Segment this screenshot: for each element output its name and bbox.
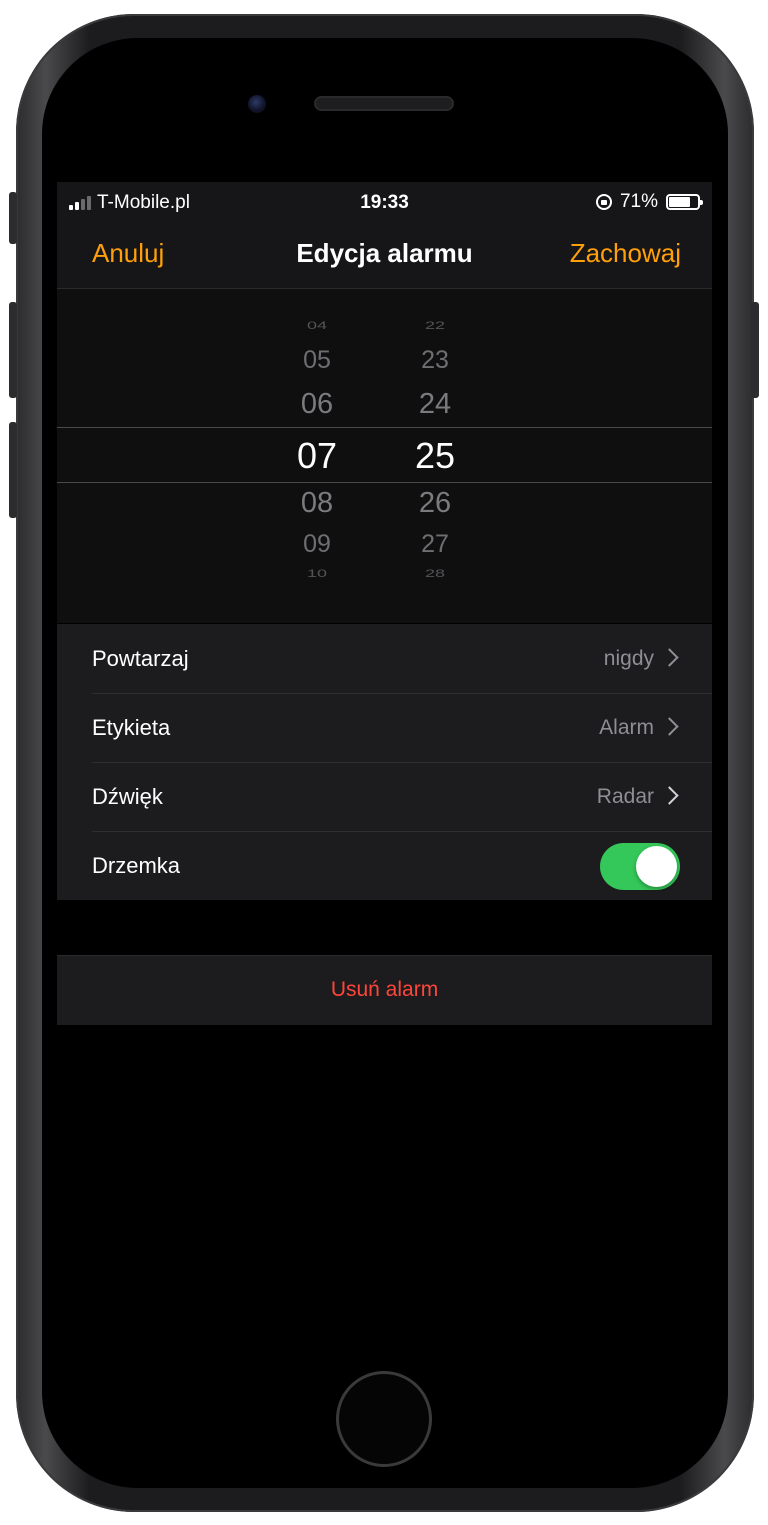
minute-option[interactable]: 25 — [375, 435, 495, 477]
minute-wheel[interactable]: 22 23 24 25 26 27 28 — [375, 289, 495, 623]
hour-option[interactable]: 06 — [257, 388, 377, 421]
snooze-label: Drzemka — [92, 853, 181, 878]
status-bar: T-Mobile.pl 19:33 71% — [57, 182, 712, 222]
status-right: 71% — [595, 191, 703, 213]
screen: T-Mobile.pl 19:33 71% Anuluj Edycja alar… — [57, 182, 712, 1343]
minute-option[interactable]: 28 — [375, 567, 495, 580]
hour-option[interactable]: 10 — [257, 567, 377, 580]
sound-row[interactable]: Dźwięk Radar — [57, 762, 712, 831]
minute-option[interactable]: 23 — [375, 346, 495, 375]
chevron-right-icon — [660, 717, 679, 736]
minute-option[interactable]: 22 — [375, 319, 495, 332]
volume-up-button — [9, 302, 17, 398]
minute-option[interactable]: 24 — [375, 388, 495, 421]
hour-option[interactable]: 08 — [257, 487, 377, 520]
battery-icon — [666, 194, 703, 210]
volume-down-button — [9, 422, 17, 518]
power-button — [751, 302, 759, 398]
mute-switch — [9, 192, 17, 244]
earpiece-speaker — [316, 98, 452, 109]
label-row[interactable]: Etykieta Alarm — [57, 693, 712, 762]
settings-list: Powtarzaj nigdy Etykieta Alarm Dźwięk Ra… — [57, 624, 712, 900]
save-button[interactable]: Zachowaj — [570, 238, 681, 269]
minute-option[interactable]: 27 — [375, 530, 495, 559]
repeat-label: Powtarzaj — [92, 646, 189, 671]
delete-alarm-button[interactable]: Usuń alarm — [57, 978, 712, 1002]
chevron-right-icon — [660, 648, 679, 667]
minute-option[interactable]: 26 — [375, 487, 495, 520]
delete-alarm-row[interactable]: Usuń alarm — [57, 955, 712, 1025]
time-picker[interactable]: 04 05 06 07 08 09 10 22 23 24 25 26 27 28 — [57, 289, 712, 623]
hour-option[interactable]: 09 — [257, 530, 377, 559]
orientation-lock-icon — [595, 194, 612, 210]
label-value: Alarm — [599, 716, 654, 739]
snooze-row: Drzemka — [57, 831, 712, 900]
front-camera — [248, 95, 266, 113]
sound-label: Dźwięk — [92, 784, 163, 809]
navigation-bar: Anuluj Edycja alarmu Zachowaj — [57, 222, 712, 289]
toggle-knob — [636, 846, 677, 887]
hour-option[interactable]: 04 — [257, 319, 377, 332]
repeat-value: nigdy — [603, 647, 654, 670]
label-label: Etykieta — [92, 715, 171, 740]
snooze-toggle[interactable] — [600, 843, 680, 890]
battery-percent: 71% — [619, 191, 658, 212]
chevron-right-icon — [660, 786, 679, 805]
hour-option[interactable]: 07 — [257, 435, 377, 477]
repeat-row[interactable]: Powtarzaj nigdy — [57, 624, 712, 693]
home-button[interactable] — [336, 1371, 432, 1467]
sound-value: Radar — [596, 785, 654, 808]
hour-option[interactable]: 05 — [257, 346, 377, 375]
hour-wheel[interactable]: 04 05 06 07 08 09 10 — [257, 289, 377, 623]
